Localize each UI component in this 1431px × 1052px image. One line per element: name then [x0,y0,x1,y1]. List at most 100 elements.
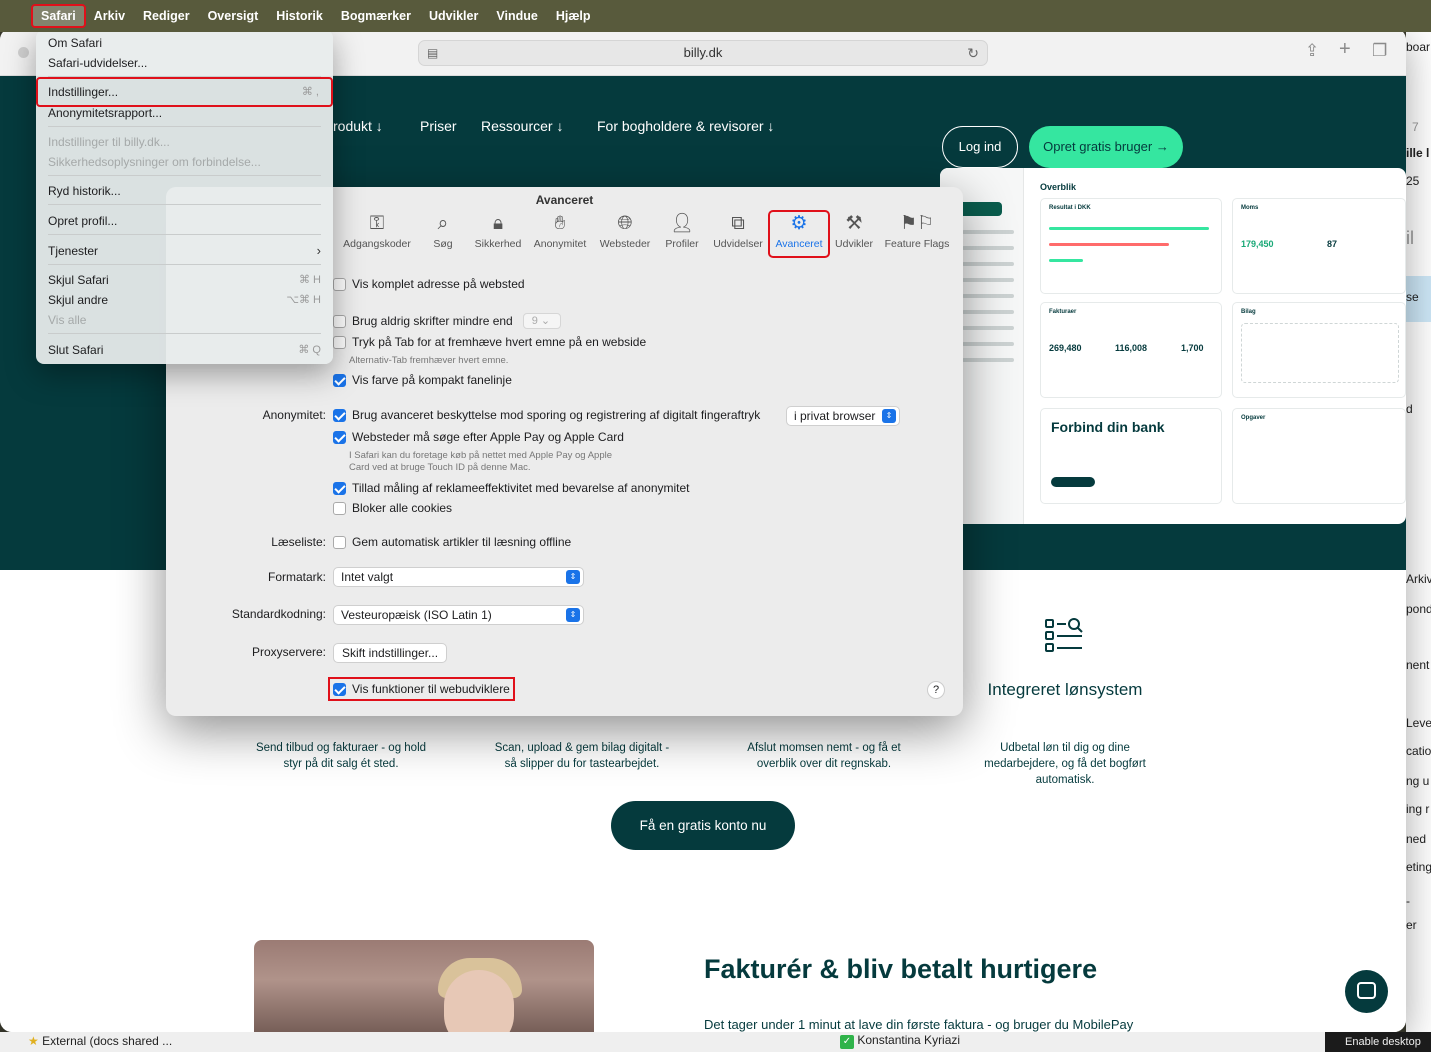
menu-rediger[interactable]: Rediger [134,5,199,27]
login-button[interactable]: Log ind [942,126,1018,168]
bottom-strip: ★ External (docs shared ... ✓ Konstantin… [0,1032,1431,1052]
free-account-button[interactable]: Få en gratis konto nu [611,801,795,850]
tab-profiler[interactable]: 👤︎ Profiler [660,212,704,256]
stylesheet-label: Formatark: [267,570,326,584]
ads-checkbox[interactable] [333,481,346,495]
nav-ressourcer[interactable]: Ressourcer ↓ [481,118,563,134]
hero-photo [254,940,594,1032]
tab-anonymitet[interactable]: ✋︎ Anonymitet [530,212,590,256]
address-bar[interactable]: ▤ billy.dk ↻ [418,40,988,66]
page-icon[interactable]: ▤ [427,41,438,65]
tab-adgangskoder[interactable]: ⚿ Adgangskoder [342,212,412,256]
menu-bogmaerker[interactable]: Bogmærker [332,5,420,27]
option-min-font[interactable]: Brug aldrig skrifter mindre end 9 ⌄ [333,313,561,329]
person-icon: 👤︎ [669,213,695,234]
menu-vindue[interactable]: Vindue [487,5,546,27]
menu-item-quit[interactable]: Slut Safari ⌘ Q [48,341,321,359]
encoding-value: Vesteuropæisk (ISO Latin 1) [341,608,492,622]
window-close-button[interactable] [18,47,29,58]
user-entry[interactable]: ✓ Konstantina Kyriazi [840,1033,960,1049]
option-applepay[interactable]: Websteder må søge efter Apple Pay og App… [333,430,624,444]
reload-icon[interactable]: ↻ [967,41,979,65]
bg-text: 25 [1406,174,1420,188]
nav-produkt[interactable]: rodukt ↓ [333,118,383,134]
option-ads[interactable]: Tillad måling af reklameeffektivitet med… [333,481,690,495]
option-reading[interactable]: Gem automatisk artikler til læsning offl… [333,535,571,549]
invoice-draft: 1,700 [1181,343,1204,353]
tab-soeg[interactable]: ⌕ Søg [428,212,458,256]
bg-text: se [1406,276,1431,322]
applepay-checkbox[interactable] [333,430,346,444]
stylesheet-select[interactable]: Intet valgt ⇕ [333,567,584,587]
menu-item-hide-safari[interactable]: Skjul Safari ⌘ H [48,271,321,289]
bg-text: boar [1406,40,1431,54]
menu-item-create-profile[interactable]: Opret profil... [48,212,321,230]
nav-priser[interactable]: Priser [420,118,457,134]
tab-websteder[interactable]: 🌐︎ Websteder [596,212,654,256]
external-channel-label: External (docs shared ... [42,1034,173,1048]
min-font-select[interactable]: 9 ⌄ [522,313,561,329]
tab-highlight-checkbox[interactable] [333,335,346,349]
tab-color-checkbox[interactable] [333,373,346,387]
option-cookies[interactable]: Bloker alle cookies [333,501,452,515]
bilag-card-title: Bilag [1241,309,1256,315]
web-developer-checkbox[interactable] [333,682,346,696]
reading-checkbox[interactable] [333,535,346,549]
new-tab-icon[interactable]: + [1339,38,1351,61]
enable-desktop-banner[interactable]: Enable desktop [1325,1032,1431,1052]
chat-button[interactable] [1345,970,1388,1013]
cookies-checkbox[interactable] [333,501,346,515]
feature-text-payroll: Udbetal løn til dig og dine medarbejdere… [984,742,1146,786]
feature-text-bilag: Scan, upload & gem bilag digitalt - så s… [494,742,670,770]
menu-item-label: Skjul andre [48,293,109,307]
full-address-checkbox[interactable] [333,277,346,291]
tab-sikkerhed[interactable]: 🔒︎ Sikkerhed [472,212,524,256]
privacy-label: Anonymitet: [262,408,326,422]
moms-card: Moms 179,450 87 [1232,198,1406,294]
fingerprint-select[interactable]: i privat browser ⇕ [786,406,900,426]
proxy-settings-button[interactable]: Skift indstillinger... [333,643,448,663]
bg-text: 7 [1412,120,1419,134]
menu-item-extensions[interactable]: Safari-udvidelser... [48,54,321,72]
option-tab-color[interactable]: Vis farve på kompakt fanelinje [333,373,512,387]
option-full-address[interactable]: Vis komplet adresse på websted [333,277,525,291]
menu-udvikler[interactable]: Udvikler [420,5,487,27]
feature-text-invoices: Send tilbud og fakturaer - og hold styr … [255,742,427,770]
encoding-select[interactable]: Vesteuropæisk (ISO Latin 1) ⇕ [333,605,584,625]
lock-icon: 🔒︎ [492,213,504,234]
menu-item-hide-others[interactable]: Skjul andre ⌥⌘ H [48,291,321,309]
menu-item-privacy-report[interactable]: Anonymitetsrapport... [48,104,321,122]
menu-item-clear-history[interactable]: Ryd historik... [48,182,321,200]
bg-text: ille l [1406,146,1430,160]
menu-historik[interactable]: Historik [267,5,332,27]
fingerprint-checkbox[interactable] [333,408,346,422]
menu-hjaelp[interactable]: Hjælp [547,5,600,27]
menu-safari[interactable]: Safari [31,4,86,28]
expense-bar [1049,243,1169,246]
bg-text: eting [1406,860,1431,874]
menu-separator [48,175,321,176]
hand-icon: ✋︎ [554,213,566,234]
fingerprint-select-value: i privat browser [794,409,876,423]
tab-overview-icon[interactable]: ❐ [1372,41,1387,61]
menu-arkiv[interactable]: Arkiv [85,5,134,27]
nav-bogholdere[interactable]: For bogholdere & revisorer ↓ [597,118,774,134]
menu-oversigt[interactable]: Oversigt [199,5,268,27]
menu-item-security-info: Sikkerhedsoplysninger om forbindelse... [48,155,261,169]
menu-item-about[interactable]: Om Safari [48,34,321,52]
option-web-developer[interactable]: Vis funktioner til webudviklere [328,677,515,701]
menu-item-services[interactable]: Tjenester › [48,242,321,260]
share-icon[interactable]: ⇪ [1305,41,1319,61]
tab-udvikler[interactable]: ⚒︎ Udvikler [832,212,876,256]
option-fingerprint[interactable]: Brug avanceret beskyttelse mod sporing o… [333,408,760,422]
help-button[interactable]: ? [927,681,945,699]
tab-udvidelser[interactable]: ⧉ Udvidelser [710,212,766,256]
tab-avanceret[interactable]: ⚙︎ Avanceret [768,210,830,258]
min-font-checkbox[interactable] [333,314,346,328]
tab-feature-flags[interactable]: ⚑⚐ Feature Flags [882,212,952,256]
option-tab-highlight[interactable]: Tryk på Tab for at fremhæve hvert emne p… [333,335,646,349]
signup-button[interactable]: Opret gratis bruger → [1029,126,1183,168]
gears-icon: ⚙︎ [790,213,808,234]
menu-item-settings[interactable]: Indstillinger... ⌘ , [36,77,333,107]
external-channel[interactable]: ★ External (docs shared ... [28,1034,172,1048]
